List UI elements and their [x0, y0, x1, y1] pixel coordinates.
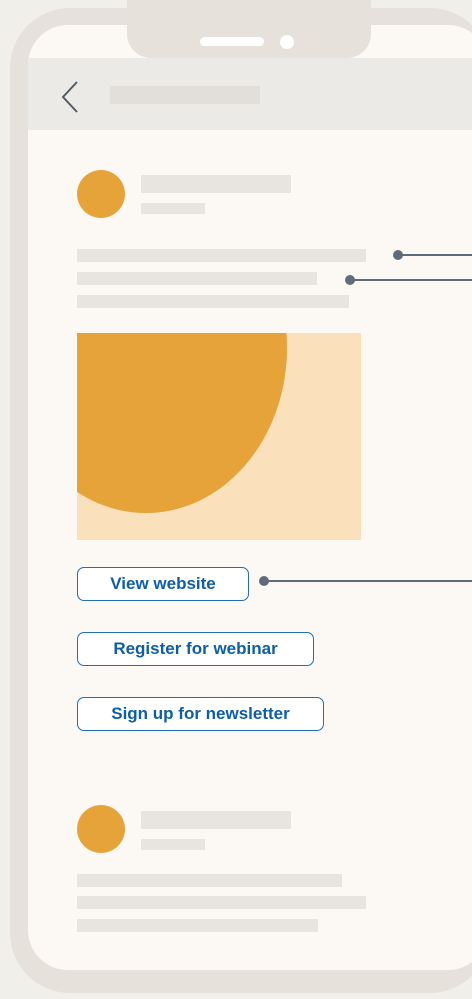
avatar	[77, 805, 125, 853]
post-text-line	[77, 874, 342, 887]
post-text-line	[77, 919, 318, 932]
header-title-placeholder	[110, 86, 260, 104]
speaker-grille	[200, 37, 264, 46]
callout-line	[264, 580, 472, 582]
phone-notch	[127, 0, 371, 58]
avatar	[77, 170, 125, 218]
post-text-line	[77, 272, 317, 285]
callout-line	[398, 254, 472, 256]
front-camera	[280, 35, 294, 49]
author-name-placeholder	[141, 175, 291, 193]
post-text-line	[77, 896, 366, 909]
callout-line	[350, 279, 472, 281]
chevron-left-icon[interactable]	[55, 78, 87, 116]
post-text-line	[77, 249, 366, 262]
author-name-placeholder	[141, 811, 291, 829]
author-meta-placeholder	[141, 839, 205, 850]
author-meta-placeholder	[141, 203, 205, 214]
newsletter-signup-button[interactable]: Sign up for newsletter	[77, 697, 324, 731]
view-website-button[interactable]: View website	[77, 567, 249, 601]
post-text-line	[77, 295, 349, 308]
post-image	[77, 333, 361, 540]
register-webinar-button[interactable]: Register for webinar	[77, 632, 314, 666]
image-circle-shape	[77, 333, 287, 513]
